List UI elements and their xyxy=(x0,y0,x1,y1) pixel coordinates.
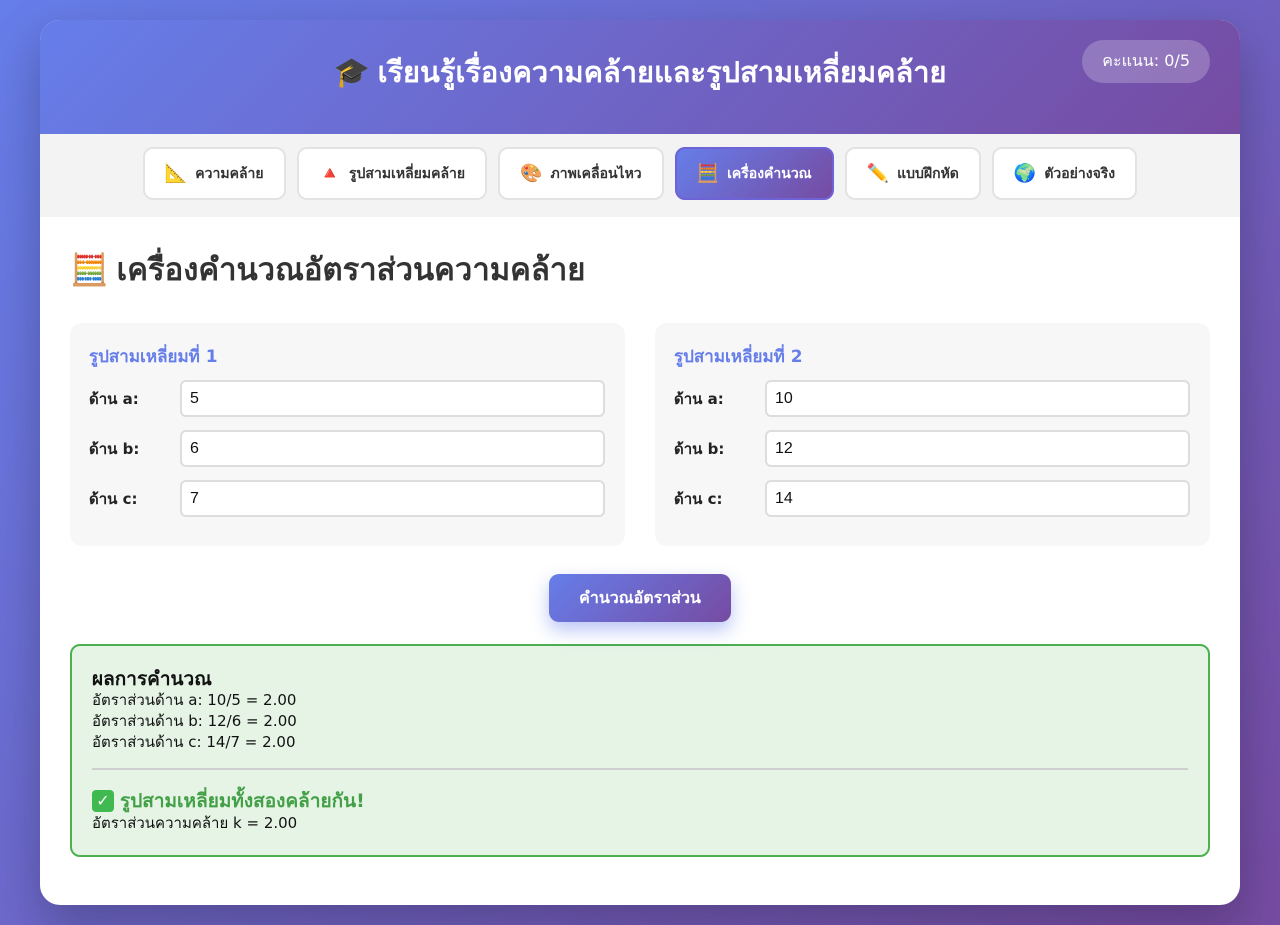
calculator-section: 🧮 เครื่องคำนวณอัตราส่วนความคล้าย รูปสามเ… xyxy=(40,217,1240,857)
t2-side-c-input[interactable] xyxy=(765,480,1190,517)
result-divider xyxy=(92,768,1188,770)
abacus-icon: 🧮 xyxy=(696,163,720,184)
page-title: 🎓 เรียนรู้เรื่องความคล้ายและรูปสามเหลี่ย… xyxy=(333,49,946,95)
tab-similar-triangles[interactable]: 🔺 รูปสามเหลี่ยมคล้าย xyxy=(296,147,488,200)
globe-icon: 🌍 xyxy=(1013,163,1037,184)
t2-side-b-label: ด้าน b: xyxy=(674,439,725,458)
ratio-line-c: อัตราส่วนด้าน c: 14/7 = 2.00 xyxy=(92,733,296,751)
triangle-ruler-icon: 📐 xyxy=(164,163,188,184)
palette-icon: 🎨 xyxy=(520,163,543,184)
t1-side-c-input[interactable] xyxy=(180,480,605,517)
abacus-icon: 🧮 xyxy=(70,251,109,288)
triangle-2-panel: รูปสามเหลี่ยมที่ 2 ด้าน a: ด้าน b: ด้าน … xyxy=(655,323,1210,546)
similar-status-text: รูปสามเหลี่ยมทั้งสองคล้ายกัน! xyxy=(120,790,365,812)
triangle-inputs: รูปสามเหลี่ยมที่ 1 ด้าน a: ด้าน b: ด้าน … xyxy=(70,323,1210,546)
graduation-cap-icon: 🎓 xyxy=(333,54,370,89)
t2-side-c-label: ด้าน c: xyxy=(674,489,723,508)
tab-calculator[interactable]: 🧮 เครื่องคำนวณ xyxy=(674,147,834,200)
similarity-ratio: อัตราส่วนความคล้าย k = 2.00 xyxy=(92,814,298,832)
t1-side-b-input[interactable] xyxy=(180,430,605,467)
tab-bar: 📐 ความคล้าย 🔺 รูปสามเหลี่ยมคล้าย 🎨 ภาพเค… xyxy=(40,134,1240,217)
t2-side-a-row: ด้าน a: xyxy=(674,380,1190,417)
page-title-text: เรียนรู้เรื่องความคล้ายและรูปสามเหลี่ยมค… xyxy=(377,55,947,89)
score-badge: คะแนน: 0/5 xyxy=(1082,40,1210,83)
tab-label: รูปสามเหลี่ยมคล้าย xyxy=(349,165,466,182)
section-title: 🧮 เครื่องคำนวณอัตราส่วนความคล้าย xyxy=(70,249,1210,289)
tab-label: ตัวอย่างจริง xyxy=(1044,165,1116,182)
tab-animation[interactable]: 🎨 ภาพเคลื่อนไหว xyxy=(498,147,664,200)
t1-side-a-row: ด้าน a: xyxy=(89,380,605,417)
tab-exercises[interactable]: ✏️ แบบฝึกหัด xyxy=(844,147,981,200)
tab-label: เครื่องคำนวณ xyxy=(727,165,812,182)
triangle-1-title: รูปสามเหลี่ยมที่ 1 xyxy=(89,347,218,367)
result-box: ผลการคำนวณ อัตราส่วนด้าน a: 10/5 = 2.00 … xyxy=(70,644,1210,857)
check-mark-icon: ✓ xyxy=(92,790,114,812)
triangle-2-title: รูปสามเหลี่ยมที่ 2 xyxy=(674,347,803,367)
t2-side-a-label: ด้าน a: xyxy=(674,389,724,408)
tab-label: แบบฝึกหัด xyxy=(897,165,959,182)
tab-similarity[interactable]: 📐 ความคล้าย xyxy=(142,147,286,200)
pencil-icon: ✏️ xyxy=(866,163,890,184)
t1-side-b-row: ด้าน b: xyxy=(89,430,605,467)
ratio-line-b: อัตราส่วนด้าน b: 12/6 = 2.00 xyxy=(92,712,297,730)
app-card: 🎓 เรียนรู้เรื่องความคล้ายและรูปสามเหลี่ย… xyxy=(40,20,1240,905)
similar-status: ✓ รูปสามเหลี่ยมทั้งสองคล้ายกัน! xyxy=(92,789,1188,813)
section-title-text: เครื่องคำนวณอัตราส่วนความคล้าย xyxy=(116,252,586,288)
header: 🎓 เรียนรู้เรื่องความคล้ายและรูปสามเหลี่ย… xyxy=(40,20,1240,134)
tab-real-examples[interactable]: 🌍 ตัวอย่างจริง xyxy=(991,147,1138,200)
t1-side-a-input[interactable] xyxy=(180,380,605,417)
ratio-line-a: อัตราส่วนด้าน a: 10/5 = 2.00 xyxy=(92,691,297,709)
triangle-1-panel: รูปสามเหลี่ยมที่ 1 ด้าน a: ด้าน b: ด้าน … xyxy=(70,323,625,546)
t2-side-c-row: ด้าน c: xyxy=(674,480,1190,517)
t1-side-c-row: ด้าน c: xyxy=(89,480,605,517)
tab-label: ภาพเคลื่อนไหว xyxy=(550,165,642,182)
t1-side-c-label: ด้าน c: xyxy=(89,489,138,508)
t2-side-a-input[interactable] xyxy=(765,380,1190,417)
t2-side-b-input[interactable] xyxy=(765,430,1190,467)
button-wrap: คำนวณอัตราส่วน xyxy=(70,574,1210,622)
result-title: ผลการคำนวณ xyxy=(92,668,212,690)
t1-side-b-label: ด้าน b: xyxy=(89,439,140,458)
calculate-ratio-button[interactable]: คำนวณอัตราส่วน xyxy=(549,574,731,622)
tab-label: ความคล้าย xyxy=(195,165,264,182)
t1-side-a-label: ด้าน a: xyxy=(89,389,139,408)
red-triangle-icon: 🔺 xyxy=(318,163,342,184)
t2-side-b-row: ด้าน b: xyxy=(674,430,1190,467)
